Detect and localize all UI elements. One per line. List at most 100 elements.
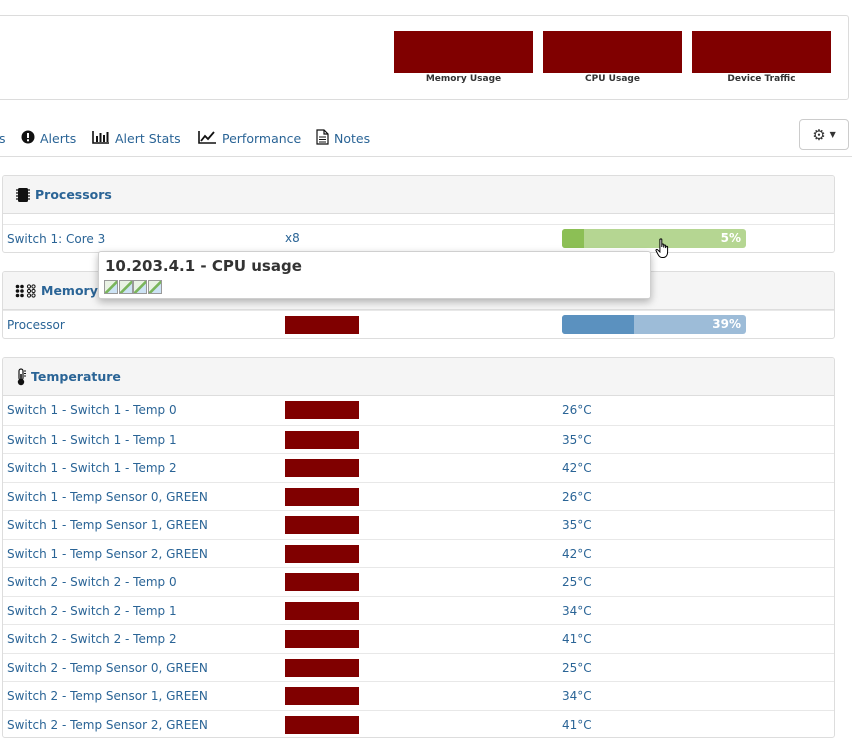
temperature-row: Switch 1 - Switch 1 - Temp 2 42°C (3, 453, 834, 482)
temperature-panel-title[interactable]: Temperature (31, 369, 121, 384)
sensor-sparkline[interactable] (285, 601, 359, 620)
sensor-sparkline[interactable] (285, 630, 359, 648)
sensor-name-link[interactable]: Switch 2 - Switch 2 - Temp 2 (7, 632, 177, 646)
sensor-name-link[interactable]: Switch 1 - Switch 1 - Temp 0 (7, 403, 177, 417)
exclamation-circle-icon (21, 130, 35, 147)
cpu-usage-tooltip: 10.203.4.1 - CPU usage (98, 251, 651, 299)
temperature-row: Switch 2 - Temp Sensor 2, GREEN 41°C (3, 709, 834, 738)
settings-dropdown-button[interactable]: ⚙ ▼ (799, 119, 849, 150)
sensor-name-link[interactable]: Switch 1 - Switch 1 - Temp 1 (7, 433, 177, 447)
temperature-row: Switch 1 - Temp Sensor 1, GREEN 35°C (3, 510, 834, 539)
sensor-name-link[interactable]: Switch 1 - Switch 1 - Temp 2 (7, 461, 177, 475)
sensor-name-link[interactable]: Switch 2 - Temp Sensor 2, GREEN (7, 718, 208, 732)
header-graphs-panel: Memory Usage CPU Usage Device Traffic (0, 15, 849, 100)
thermometer-icon (15, 367, 27, 386)
sensor-name-link[interactable]: Switch 2 - Temp Sensor 0, GREEN (7, 661, 208, 675)
processor-row: Switch 1: Core 3 x8 5% (3, 224, 834, 252)
processor-name-link[interactable]: Switch 1: Core 3 (7, 232, 105, 246)
temperature-row: Switch 1 - Temp Sensor 0, GREEN 26°C (3, 481, 834, 511)
bar-chart-icon (92, 130, 110, 147)
sensor-value: 25°C (562, 575, 592, 589)
sensor-sparkline[interactable] (285, 573, 359, 591)
sensor-value: 34°C (562, 689, 592, 703)
device-traffic-caption: Device Traffic (727, 74, 796, 84)
nav-item-performance-label: Performance (222, 130, 302, 146)
cpu-usage-caption: CPU Usage (585, 74, 640, 84)
device-traffic-graph-image[interactable] (692, 31, 831, 73)
cpu-usage-graph[interactable]: CPU Usage (543, 31, 682, 84)
broken-image-icon (104, 280, 118, 294)
nav-item-alert-stats-label: Alert Stats (115, 130, 181, 146)
broken-image-icon (118, 280, 133, 294)
sensor-value: 41°C (562, 632, 592, 646)
sensor-sparkline[interactable] (285, 658, 359, 677)
sensor-value: 25°C (562, 660, 592, 675)
sensor-sparkline[interactable] (285, 430, 359, 449)
sensor-value: 35°C (562, 432, 592, 447)
sensor-value: 34°C (562, 603, 592, 618)
temperature-panel-heading: Temperature (3, 358, 834, 396)
processors-panel-title[interactable]: Processors (35, 187, 112, 202)
cpu-usage-progress-fill (562, 229, 585, 248)
nav-item-truncated-label: s (0, 130, 6, 146)
device-traffic-graph[interactable]: Device Traffic (692, 31, 831, 84)
nav-item-alerts-label: Alerts (40, 130, 77, 146)
temperature-row: Switch 1 - Switch 1 - Temp 1 35°C (3, 424, 834, 454)
sensor-name-link[interactable]: Switch 2 - Temp Sensor 1, GREEN (7, 689, 208, 703)
sensor-sparkline[interactable] (285, 487, 359, 506)
nav-item-alert-stats[interactable]: Alert Stats (92, 129, 181, 147)
sensor-name-link[interactable]: Switch 1 - Temp Sensor 1, GREEN (7, 518, 208, 532)
broken-image-icon (133, 280, 147, 294)
processors-panel: Processors Switch 1: Core 3 x8 5% (2, 175, 835, 253)
temperature-row: Switch 2 - Switch 2 - Temp 1 34°C (3, 595, 834, 625)
sensor-name-link[interactable]: Switch 1 - Temp Sensor 0, GREEN (7, 490, 208, 504)
sensor-name-link[interactable]: Switch 1 - Temp Sensor 2, GREEN (7, 547, 208, 561)
sensor-sparkline[interactable] (285, 459, 359, 477)
memory-panel-title[interactable]: Memory (41, 283, 98, 298)
tooltip-title: 10.203.4.1 - CPU usage (105, 257, 302, 275)
memory-usage-progress-bar[interactable]: 39% (562, 315, 746, 334)
memory-usage-graph[interactable]: Memory Usage (394, 31, 533, 84)
temperature-row: Switch 2 - Switch 2 - Temp 0 25°C (3, 567, 834, 596)
cpu-usage-percent: 5% (720, 231, 741, 245)
processor-chip-icon (15, 187, 31, 203)
hand-pointer-cursor-icon (655, 238, 671, 263)
sensor-sparkline[interactable] (285, 401, 359, 419)
device-nav-tabs: s Alerts Alert Stats Performance Notes ⚙… (0, 119, 852, 157)
temperature-row: Switch 2 - Temp Sensor 1, GREEN 34°C (3, 681, 834, 710)
sensor-sparkline[interactable] (285, 516, 359, 534)
nav-item-notes[interactable]: Notes (316, 128, 371, 147)
nav-item-truncated[interactable]: s (0, 129, 6, 147)
sensor-value: 35°C (562, 518, 592, 532)
cpu-usage-graph-image[interactable] (543, 31, 682, 73)
memory-name-link[interactable]: Processor (7, 318, 65, 332)
processor-count: x8 (285, 231, 300, 245)
memory-usage-graph-image[interactable] (394, 31, 533, 73)
temperature-row: Switch 1 - Temp Sensor 2, GREEN 42°C (3, 538, 834, 568)
memory-row: Processor 39% (3, 310, 834, 338)
temperature-panel: Temperature Switch 1 - Switch 1 - Temp 0… (2, 357, 835, 738)
line-chart-icon (198, 130, 217, 147)
memory-usage-sparkline[interactable] (285, 316, 359, 334)
memory-icon (15, 283, 37, 298)
sensor-name-link[interactable]: Switch 2 - Switch 2 - Temp 0 (7, 575, 177, 589)
cpu-usage-progress-bar[interactable]: 5% (562, 229, 746, 248)
sensor-sparkline[interactable] (285, 687, 359, 705)
sensor-sparkline[interactable] (285, 715, 359, 734)
temperature-row: Switch 1 - Switch 1 - Temp 0 26°C (3, 396, 834, 425)
memory-usage-caption: Memory Usage (425, 74, 502, 84)
sensor-value: 42°C (562, 461, 592, 475)
memory-usage-progress-fill (562, 315, 634, 334)
sensor-value: 26°C (562, 403, 592, 417)
sensor-value: 42°C (562, 546, 592, 561)
nav-item-performance[interactable]: Performance (198, 129, 301, 147)
gear-icon: ⚙ (812, 125, 826, 144)
caret-down-icon: ▼ (829, 130, 836, 139)
sensor-value: 41°C (562, 717, 592, 732)
memory-usage-percent: 39% (712, 317, 741, 331)
nav-item-alerts[interactable]: Alerts (21, 129, 76, 147)
sensor-sparkline[interactable] (285, 544, 359, 563)
processors-panel-heading: Processors (3, 176, 834, 214)
sensor-name-link[interactable]: Switch 2 - Switch 2 - Temp 1 (7, 604, 177, 618)
nav-item-notes-label: Notes (334, 130, 371, 146)
